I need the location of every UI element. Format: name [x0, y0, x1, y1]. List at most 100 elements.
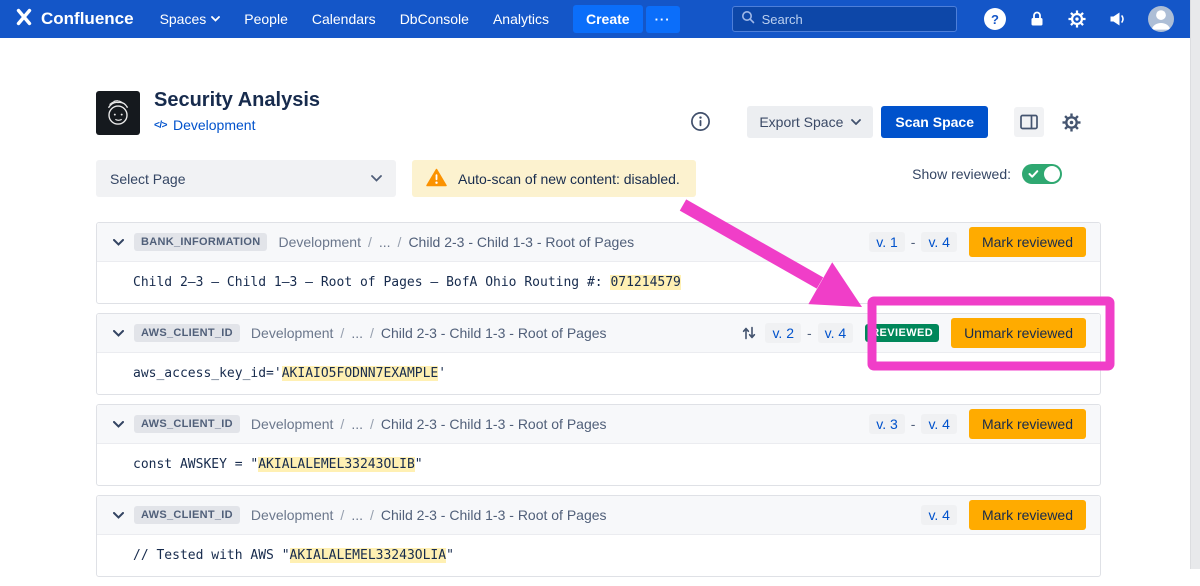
- breadcrumb-separator: /: [368, 234, 372, 250]
- search-box[interactable]: [732, 6, 957, 32]
- version-from-link[interactable]: v. 1: [869, 232, 905, 252]
- finding-header: AWS_CLIENT_ID Development / ... / Child …: [97, 405, 1100, 444]
- space-avatar: [96, 91, 140, 135]
- breadcrumb-ellipsis[interactable]: ...: [379, 234, 391, 250]
- breadcrumb-page-link[interactable]: Child 2-3 - Child 1-3 - Root of Pages: [381, 416, 607, 432]
- breadcrumb-separator: /: [370, 416, 374, 432]
- chevron-down-icon[interactable]: [113, 330, 124, 337]
- snippet-highlight: AKIALALEMEL33243OLIA: [290, 548, 447, 563]
- unmark-reviewed-button[interactable]: Unmark reviewed: [951, 318, 1086, 348]
- nav-item-people[interactable]: People: [244, 11, 288, 27]
- page-title: Security Analysis: [154, 89, 320, 112]
- page: Confluence Spaces People Calendars DbCon…: [0, 0, 1200, 569]
- nav-item-calendars[interactable]: Calendars: [312, 11, 376, 27]
- version-to-link[interactable]: v. 4: [818, 323, 854, 343]
- space-link[interactable]: Development: [173, 117, 256, 133]
- info-icon[interactable]: [690, 111, 711, 137]
- version-to-link[interactable]: v. 4: [921, 232, 957, 252]
- search-input[interactable]: [762, 12, 948, 27]
- space-settings-gear-icon[interactable]: [1056, 107, 1086, 137]
- version-to-link[interactable]: v. 4: [921, 505, 957, 525]
- user-avatar[interactable]: [1148, 6, 1174, 32]
- compare-versions-icon[interactable]: [741, 325, 757, 341]
- snippet-highlight: AKIALALEMEL33243OLIB: [258, 457, 415, 472]
- board-layout-icon[interactable]: [1014, 107, 1044, 137]
- version-from-link[interactable]: v. 2: [765, 323, 801, 343]
- navbar-icons: ?: [984, 6, 1174, 32]
- mark-reviewed-button[interactable]: Mark reviewed: [969, 500, 1086, 530]
- finding-type-badge: AWS_CLIENT_ID: [134, 324, 240, 342]
- breadcrumb-page-link[interactable]: Child 2-3 - Child 1-3 - Root of Pages: [381, 325, 607, 341]
- breadcrumb-page-link[interactable]: Child 2-3 - Child 1-3 - Root of Pages: [381, 507, 607, 523]
- breadcrumb-page-link[interactable]: Child 2-3 - Child 1-3 - Root of Pages: [408, 234, 634, 250]
- finding-type-badge: BANK_INFORMATION: [134, 233, 267, 251]
- megaphone-icon[interactable]: [1107, 9, 1127, 29]
- code-icon: </>: [154, 120, 167, 131]
- breadcrumb-ellipsis[interactable]: ...: [351, 325, 363, 341]
- finding-card: BANK_INFORMATION Development / ... / Chi…: [96, 222, 1101, 304]
- snippet-text: ': [438, 366, 446, 381]
- breadcrumb-space-link[interactable]: Development: [251, 325, 334, 341]
- scan-space-button[interactable]: Scan Space: [881, 106, 988, 138]
- chevron-down-icon: [211, 16, 220, 22]
- nav-item-dbconsole[interactable]: DbConsole: [400, 11, 469, 27]
- breadcrumb: Development / ... / Child 2-3 - Child 1-…: [251, 416, 607, 432]
- chevron-down-icon[interactable]: [113, 239, 124, 246]
- findings-list: BANK_INFORMATION Development / ... / Chi…: [96, 222, 1101, 586]
- breadcrumb-ellipsis[interactable]: ...: [351, 416, 363, 432]
- breadcrumb-space-link[interactable]: Development: [278, 234, 361, 250]
- breadcrumb-space-link[interactable]: Development: [251, 416, 334, 432]
- breadcrumb: Development / ... / Child 2-3 - Child 1-…: [278, 234, 634, 250]
- reviewed-status-badge: REVIEWED: [865, 324, 939, 342]
- toggle-knob: [1044, 166, 1060, 182]
- version-dash: -: [911, 234, 916, 250]
- help-icon[interactable]: ?: [984, 8, 1006, 30]
- breadcrumb-separator: /: [370, 507, 374, 523]
- nav-item-analytics[interactable]: Analytics: [493, 11, 549, 27]
- finding-type-badge: AWS_CLIENT_ID: [134, 415, 240, 433]
- chevron-down-icon: [851, 119, 861, 125]
- version-from-link[interactable]: v. 3: [869, 414, 905, 434]
- breadcrumb-ellipsis[interactable]: ...: [351, 507, 363, 523]
- finding-header: AWS_CLIENT_ID Development / ... / Child …: [97, 496, 1100, 535]
- nav-item-spaces[interactable]: Spaces: [160, 11, 221, 27]
- select-page-dropdown[interactable]: Select Page: [96, 160, 396, 197]
- finding-card: AWS_CLIENT_ID Development / ... / Child …: [96, 313, 1101, 395]
- top-navbar: Confluence Spaces People Calendars DbCon…: [0, 0, 1190, 38]
- nav-links: Spaces People Calendars DbConsole Analyt…: [148, 11, 561, 27]
- more-actions-button[interactable]: ···: [646, 6, 680, 33]
- gear-icon[interactable]: [1068, 10, 1086, 28]
- show-reviewed-toggle[interactable]: [1022, 164, 1062, 184]
- lock-icon[interactable]: [1027, 9, 1047, 29]
- snippet-text: // Tested with AWS ": [133, 548, 290, 563]
- breadcrumb-separator: /: [398, 234, 402, 250]
- breadcrumb-separator: /: [370, 325, 374, 341]
- finding-snippet: // Tested with AWS "AKIALALEMEL33243OLIA…: [97, 535, 1100, 576]
- breadcrumb-separator: /: [340, 416, 344, 432]
- breadcrumb-space-link[interactable]: Development: [251, 507, 334, 523]
- finding-snippet: Child 2–3 – Child 1–3 – Root of Pages – …: [97, 262, 1100, 303]
- finding-header: BANK_INFORMATION Development / ... / Chi…: [97, 223, 1100, 262]
- snippet-text: ": [446, 548, 454, 563]
- breadcrumb: Development / ... / Child 2-3 - Child 1-…: [251, 325, 607, 341]
- breadcrumb-separator: /: [340, 507, 344, 523]
- version-dash: -: [911, 416, 916, 432]
- version-dash: -: [807, 325, 812, 341]
- mark-reviewed-button[interactable]: Mark reviewed: [969, 227, 1086, 257]
- export-space-button[interactable]: Export Space: [747, 106, 873, 138]
- chevron-down-icon[interactable]: [113, 421, 124, 428]
- header-actions: Export Space Scan Space: [747, 106, 1086, 138]
- confluence-home-link[interactable]: Confluence: [14, 7, 134, 32]
- chevron-down-icon[interactable]: [113, 512, 124, 519]
- show-reviewed-control: Show reviewed:: [912, 164, 1062, 184]
- version-to-link[interactable]: v. 4: [921, 414, 957, 434]
- finding-card: AWS_CLIENT_ID Development / ... / Child …: [96, 495, 1101, 577]
- mark-reviewed-button[interactable]: Mark reviewed: [969, 409, 1086, 439]
- space-link-row: </> Development: [154, 117, 255, 133]
- select-page-label: Select Page: [110, 171, 186, 187]
- snippet-text: const AWSKEY = ": [133, 457, 258, 472]
- warning-banner: Auto-scan of new content: disabled.: [412, 160, 696, 197]
- snippet-text: Child 2–3 – Child 1–3 – Root of Pages – …: [133, 275, 610, 290]
- create-button[interactable]: Create: [573, 5, 643, 33]
- scrollbar-track[interactable]: [1190, 0, 1200, 569]
